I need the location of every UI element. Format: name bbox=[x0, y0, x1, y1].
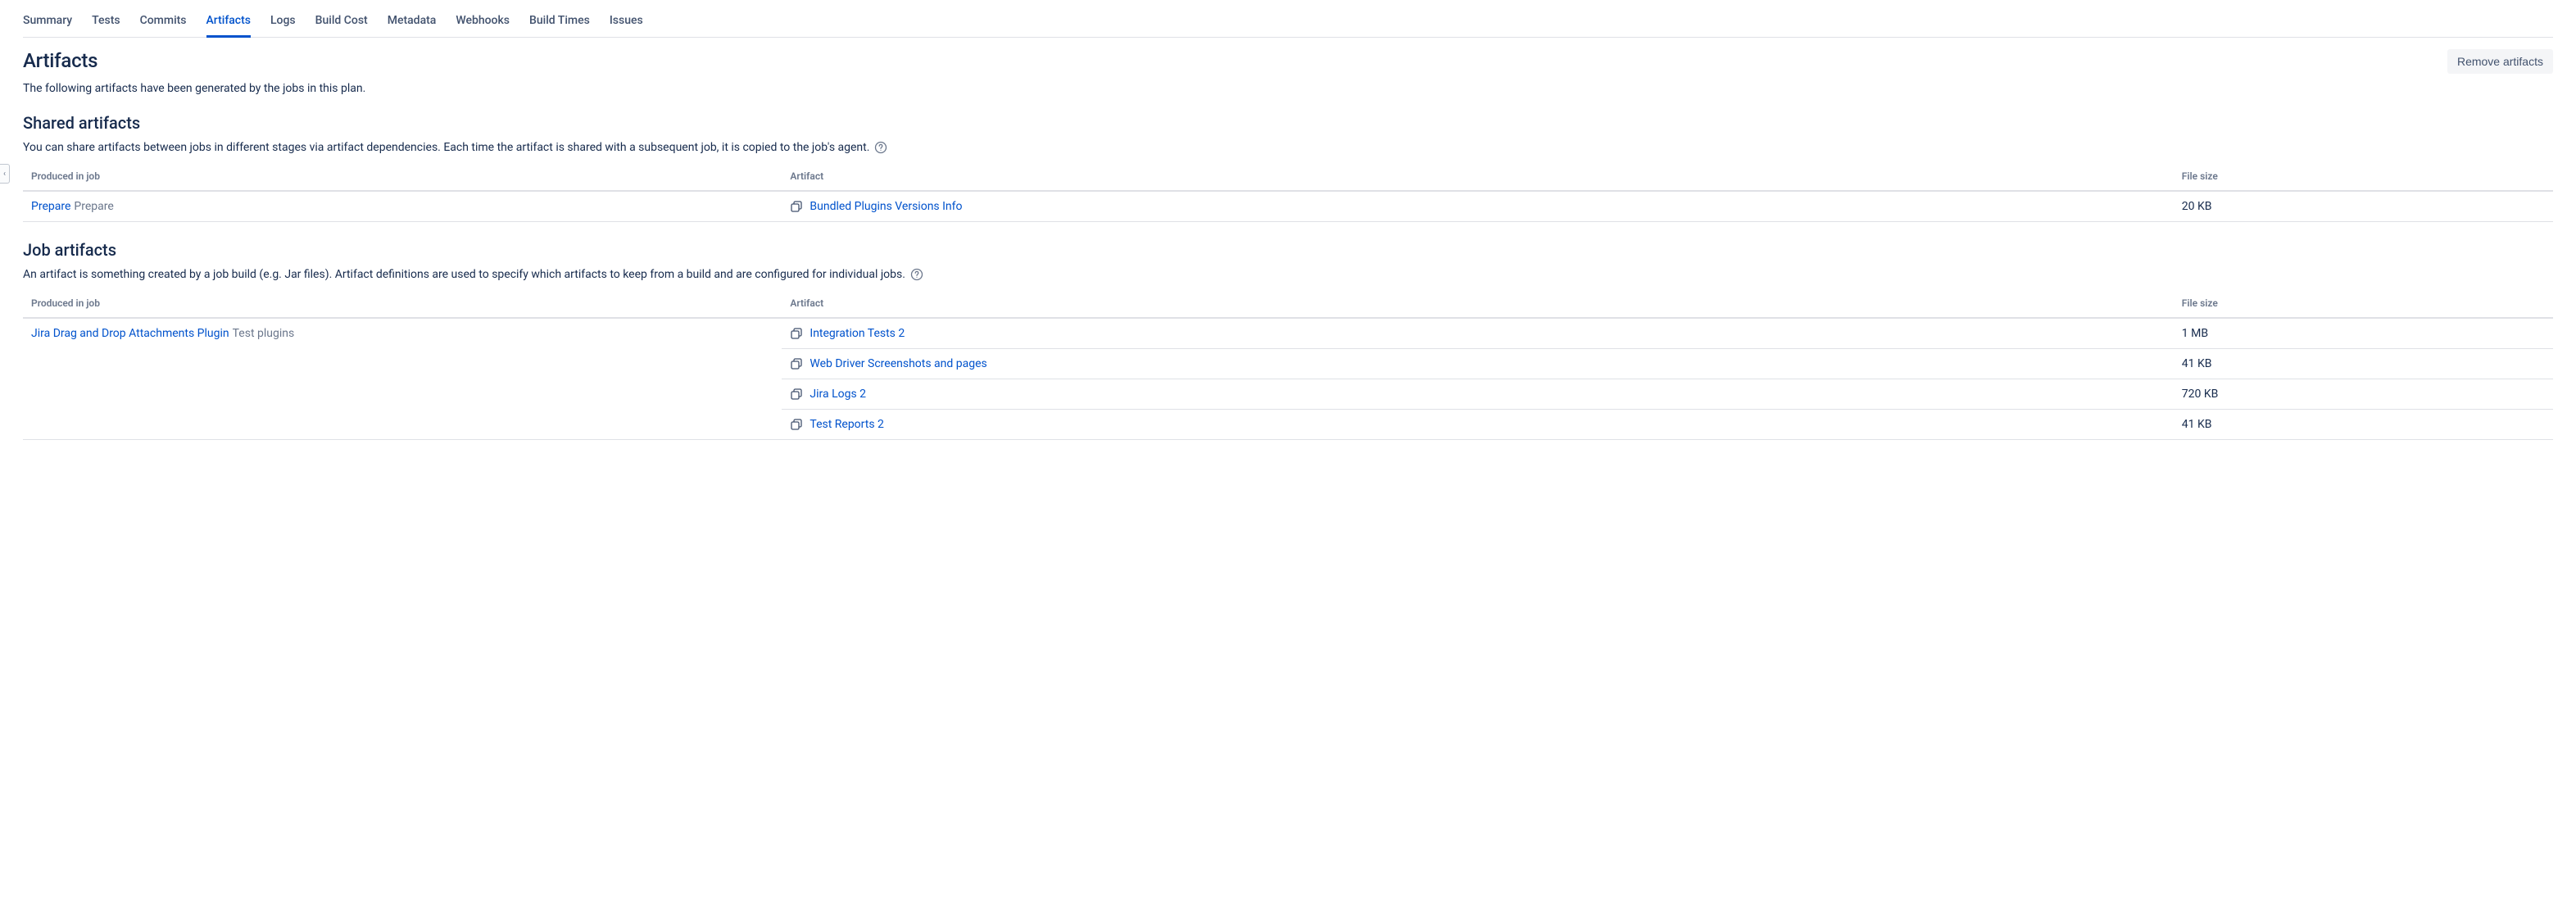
tab-metadata[interactable]: Metadata bbox=[388, 9, 437, 38]
artifact-link[interactable]: Test Reports 2 bbox=[810, 418, 884, 431]
shared-artifacts-table: Produced in job Artifact File size Prepa… bbox=[23, 162, 2553, 222]
artifact-cell: Jira Logs 2 bbox=[782, 379, 2173, 410]
tab-tests[interactable]: Tests bbox=[92, 9, 120, 38]
page-description: The following artifacts have been genera… bbox=[23, 82, 2553, 95]
size-cell: 1 MB bbox=[2174, 318, 2553, 349]
tab-issues[interactable]: Issues bbox=[610, 9, 643, 38]
job-artifacts-description: An artifact is something created by a jo… bbox=[23, 268, 2553, 281]
tab-webhooks[interactable]: Webhooks bbox=[456, 9, 510, 38]
column-header-size: File size bbox=[2174, 162, 2553, 191]
help-circle-icon[interactable] bbox=[874, 141, 887, 154]
page-title: Artifacts bbox=[23, 49, 98, 72]
artifact-cell: Test Reports 2 bbox=[782, 410, 2173, 440]
artifact-cell: Bundled Plugins Versions Info bbox=[782, 191, 2173, 222]
column-header-size: File size bbox=[2174, 289, 2553, 318]
artifact-link[interactable]: Web Driver Screenshots and pages bbox=[810, 357, 986, 370]
job-artifacts-heading: Job artifacts bbox=[23, 240, 2553, 260]
job-cell: Jira Drag and Drop Attachments Plugin Tes… bbox=[23, 318, 782, 440]
share-artifact-icon bbox=[790, 418, 803, 431]
share-artifact-icon bbox=[790, 327, 803, 340]
job-artifacts-description-text: An artifact is something created by a jo… bbox=[23, 268, 905, 281]
artifact-cell: Web Driver Screenshots and pages bbox=[782, 349, 2173, 379]
size-cell: 720 KB bbox=[2174, 379, 2553, 410]
share-artifact-icon bbox=[790, 388, 803, 401]
tab-build-cost[interactable]: Build Cost bbox=[315, 9, 368, 38]
column-header-job: Produced in job bbox=[23, 289, 782, 318]
job-stage: Test plugins bbox=[233, 327, 295, 340]
share-artifact-icon bbox=[790, 200, 803, 213]
job-stage: Prepare bbox=[74, 200, 113, 213]
job-link[interactable]: Jira Drag and Drop Attachments Plugin bbox=[31, 327, 229, 340]
artifact-link[interactable]: Integration Tests 2 bbox=[810, 327, 905, 340]
remove-artifacts-button[interactable]: Remove artifacts bbox=[2447, 49, 2553, 74]
table-row: Jira Drag and Drop Attachments Plugin Tes… bbox=[23, 318, 2553, 349]
sidebar-expander[interactable]: ‹ bbox=[0, 164, 10, 184]
shared-artifacts-description-text: You can share artifacts between jobs in … bbox=[23, 141, 869, 154]
size-cell: 41 KB bbox=[2174, 349, 2553, 379]
size-cell: 41 KB bbox=[2174, 410, 2553, 440]
column-header-artifact: Artifact bbox=[782, 289, 2173, 318]
tab-summary[interactable]: Summary bbox=[23, 9, 72, 38]
shared-artifacts-description: You can share artifacts between jobs in … bbox=[23, 141, 2553, 154]
tab-commits[interactable]: Commits bbox=[140, 9, 187, 38]
table-row: Prepare Prepare Bundled Plugins Versions I… bbox=[23, 191, 2553, 222]
artifact-link[interactable]: Jira Logs 2 bbox=[810, 388, 866, 401]
tab-logs[interactable]: Logs bbox=[270, 9, 296, 38]
build-tabs: Summary Tests Commits Artifacts Logs Build Co… bbox=[23, 0, 2553, 38]
size-cell: 20 KB bbox=[2174, 191, 2553, 222]
job-link[interactable]: Prepare bbox=[31, 200, 70, 213]
column-header-artifact: Artifact bbox=[782, 162, 2173, 191]
share-artifact-icon bbox=[790, 357, 803, 370]
artifact-cell: Integration Tests 2 bbox=[782, 318, 2173, 349]
column-header-job: Produced in job bbox=[23, 162, 782, 191]
tab-build-times[interactable]: Build Times bbox=[529, 9, 590, 38]
artifact-link[interactable]: Bundled Plugins Versions Info bbox=[810, 200, 962, 213]
job-artifacts-table: Produced in job Artifact File size Jira … bbox=[23, 289, 2553, 440]
tab-artifacts[interactable]: Artifacts bbox=[206, 9, 251, 38]
page-header-row: Artifacts Remove artifacts bbox=[23, 49, 2553, 74]
shared-artifacts-heading: Shared artifacts bbox=[23, 113, 2553, 133]
job-cell: Prepare Prepare bbox=[23, 191, 782, 222]
help-circle-icon[interactable] bbox=[910, 268, 923, 281]
